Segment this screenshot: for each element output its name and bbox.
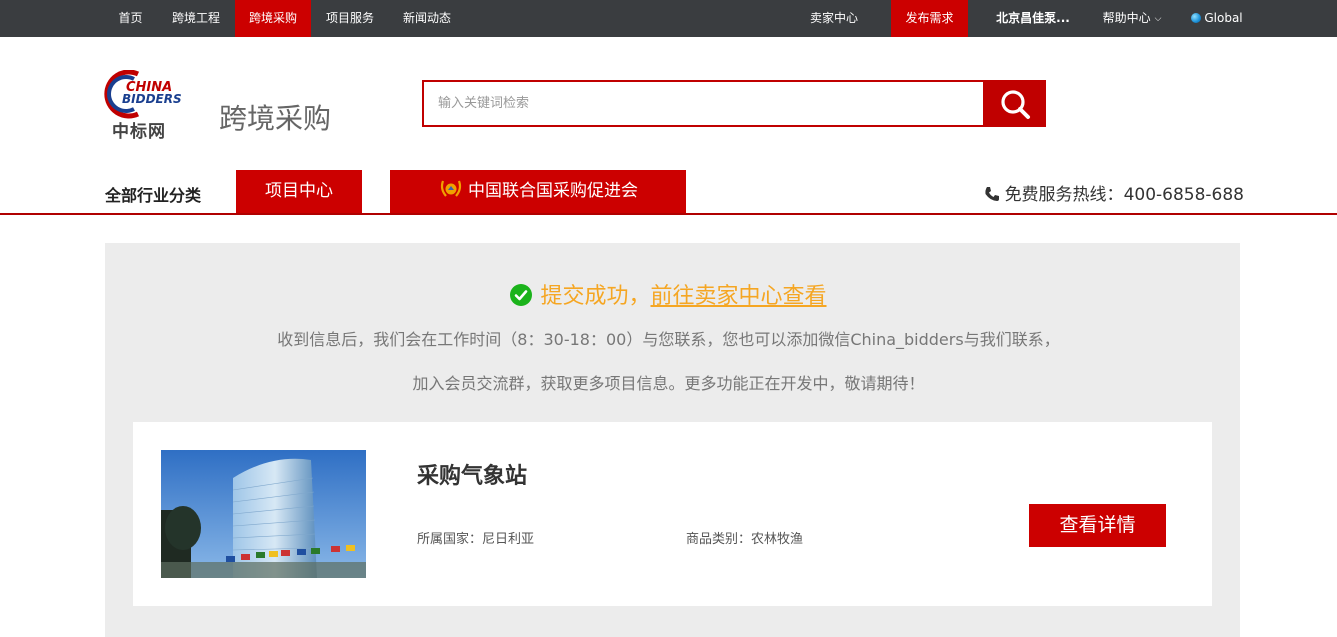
- search-icon: [1001, 90, 1030, 119]
- topnav-seller-center[interactable]: 卖家中心: [801, 0, 867, 37]
- success-message: 提交成功，前往卖家中心查看: [0, 278, 1337, 310]
- topnav-home[interactable]: 首页: [107, 0, 154, 37]
- topnav-help-center[interactable]: 帮助中心 ⌵: [1094, 0, 1170, 37]
- logo-cn-text: 中标网: [112, 122, 166, 141]
- topnav-project-services[interactable]: 项目服务: [315, 0, 385, 37]
- success-text: 提交成功，: [540, 284, 651, 309]
- topnav-news[interactable]: 新闻动态: [391, 0, 463, 37]
- search-button[interactable]: [983, 80, 1046, 127]
- country-value: 尼日利亚: [482, 532, 535, 547]
- tab-un-procurement[interactable]: 中国联合国采购促进会: [390, 170, 686, 213]
- un-emblem-icon: [440, 180, 462, 197]
- project-image[interactable]: [161, 450, 366, 578]
- search-input[interactable]: [424, 82, 984, 125]
- seller-center-link[interactable]: 前往卖家中心查看: [651, 284, 827, 309]
- topnav-cross-border-engineering[interactable]: 跨境工程: [160, 0, 232, 37]
- topnav-global[interactable]: Global: [1184, 0, 1250, 37]
- phone-icon: [984, 187, 999, 201]
- topnav-company-account[interactable]: 北京昌佳泵...: [988, 0, 1078, 37]
- help-center-label: 帮助中心: [1102, 11, 1151, 25]
- top-bar: 首页 跨境工程 跨境采购 项目服务 新闻动态 卖家中心 发布需求 北京昌佳泵..…: [0, 0, 1337, 37]
- hotline-label: 免费服务热线：: [1004, 185, 1124, 205]
- page-title: 跨境采购: [219, 103, 332, 134]
- card-title[interactable]: 采购气象站: [417, 458, 527, 490]
- info-text-line-2: 加入会员交流群，获取更多项目信息。更多功能正在开发中，敬请期待！: [412, 374, 925, 393]
- card-category: 商品类别：农林牧渔: [686, 528, 803, 547]
- category-value: 农林牧渔: [751, 532, 804, 547]
- global-label: Global: [1204, 11, 1243, 25]
- category-label: 商品类别：: [686, 532, 752, 547]
- hotline-number: 400-6858-688: [1123, 185, 1244, 205]
- chevron-down-icon: ⌵: [1154, 14, 1162, 24]
- topnav-publish-request[interactable]: 发布需求: [891, 0, 968, 37]
- tab-un-procurement-label: 中国联合国采购促进会: [468, 181, 638, 201]
- view-details-button[interactable]: 查看详情: [1029, 504, 1166, 547]
- topnav-cross-border-procurement[interactable]: 跨境采购: [235, 0, 311, 37]
- service-hotline: 免费服务热线：400-6858-688: [984, 180, 1244, 205]
- nav-divider: [0, 213, 1337, 215]
- country-label: 所属国家：: [417, 532, 483, 547]
- globe-icon: [1191, 13, 1202, 23]
- tab-project-center[interactable]: 项目中心: [236, 170, 362, 213]
- card-country: 所属国家：尼日利亚: [417, 528, 534, 547]
- all-categories[interactable]: 全部行业分类: [105, 182, 201, 206]
- info-text-line-1: 收到信息后，我们会在工作时间（8：30-18：00）与您联系，您也可以添加微信C…: [277, 330, 1060, 349]
- search-box: [422, 80, 984, 127]
- check-circle-icon: [510, 284, 533, 306]
- logo-en-line2: BIDDERS: [122, 92, 182, 106]
